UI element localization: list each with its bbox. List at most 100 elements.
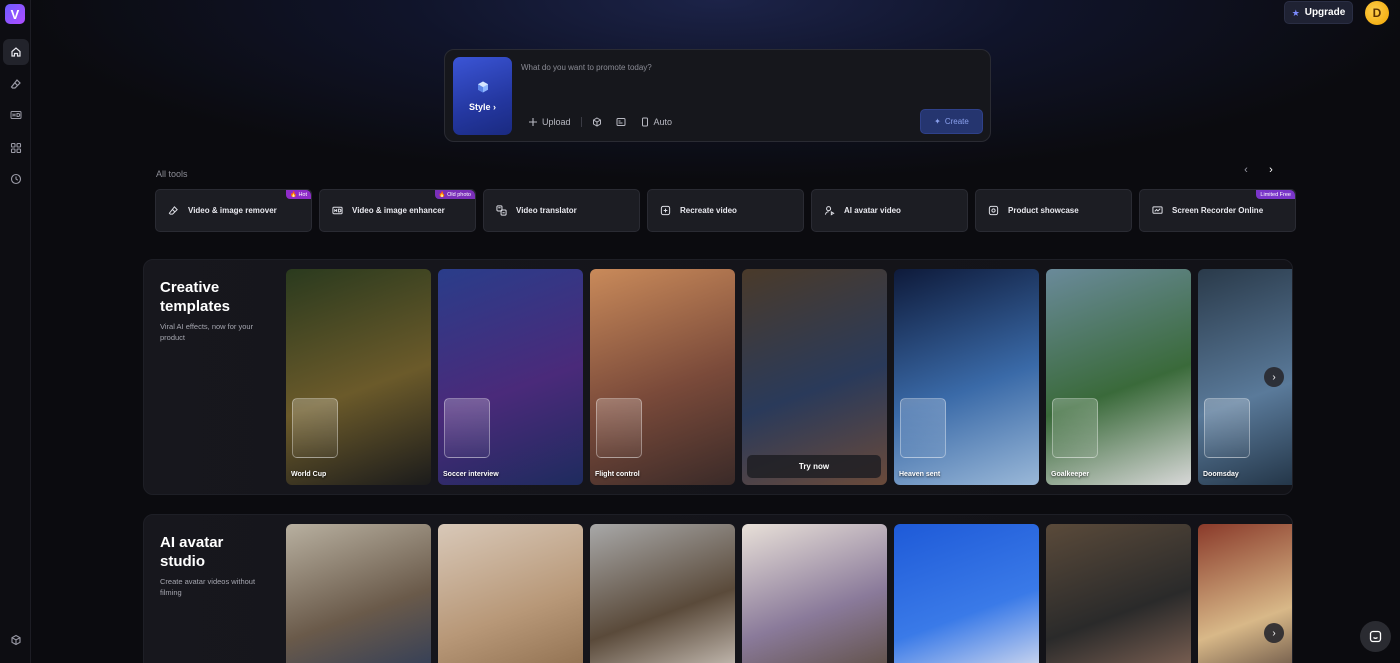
sidebar-item-apps[interactable]	[3, 135, 29, 161]
sidebar-item-history[interactable]	[3, 166, 29, 192]
creative-card[interactable]: Goalkeeper	[1046, 269, 1191, 485]
tool-card-screen-recorder-online[interactable]: Screen Recorder Online Limited Free	[1139, 189, 1296, 232]
avatar-card[interactable]	[590, 524, 735, 663]
image-ratio-button[interactable]	[616, 114, 626, 130]
clock-icon	[10, 173, 22, 185]
chat-support-button[interactable]	[1360, 621, 1391, 652]
eraser-icon	[10, 79, 21, 89]
sidebar-item-home[interactable]	[3, 39, 29, 65]
avatar-card[interactable]	[286, 524, 431, 663]
prompt-toolbar: Upload Auto	[528, 114, 672, 130]
auto-duration-button[interactable]: Auto	[640, 114, 673, 130]
avatar-card[interactable]	[438, 524, 583, 663]
tool-card-video-translator[interactable]: Video translator	[483, 189, 640, 232]
tool-card-video-image-enhancer[interactable]: Video & image enhancer 🔥 Old photo	[319, 189, 476, 232]
tools-row: Video & image remover 🔥 Hot Video & image …	[155, 189, 1296, 232]
creative-templates-title: Creative templates	[160, 279, 231, 315]
upload-label: Upload	[542, 117, 571, 127]
chevron-right-icon: ›	[1272, 371, 1276, 383]
tool-card-label: Video translator	[516, 206, 577, 215]
avatar-card[interactable]	[1046, 524, 1191, 663]
chevron-left-icon: ‹	[1244, 164, 1248, 176]
product-preview	[292, 398, 338, 458]
tool-badge: 🔥 Hot	[286, 190, 311, 199]
product-preview	[444, 398, 490, 458]
app-logo[interactable]: V	[5, 4, 25, 24]
screen-record-icon	[1152, 206, 1163, 214]
sparkle-icon: ✦	[934, 117, 941, 126]
tool-card-label: Video & image enhancer	[352, 206, 445, 215]
avatar-card[interactable]	[1198, 524, 1292, 663]
hd-icon	[332, 206, 343, 215]
user-avatar[interactable]: D	[1365, 1, 1389, 25]
style-label: Style ›	[468, 102, 496, 112]
tools-next-button[interactable]: ›	[1264, 163, 1278, 177]
tool-card-recreate-video[interactable]: Recreate video	[647, 189, 804, 232]
template-label: Doomsday	[1203, 471, 1239, 478]
chevron-right-icon: ›	[1272, 627, 1276, 639]
phone-icon	[641, 117, 648, 127]
template-label: Goalkeeper	[1051, 471, 1090, 478]
template-label: Soccer interview	[443, 471, 499, 478]
product-icon	[988, 205, 999, 216]
tool-badge: 🔥 Old photo	[434, 190, 475, 199]
sidebar-item-remover[interactable]	[3, 71, 29, 97]
chevron-right-icon: ›	[1269, 164, 1273, 176]
upgrade-button[interactable]: ★ Upgrade	[1284, 1, 1353, 24]
avatar-card[interactable]	[894, 524, 1039, 663]
product-preview	[900, 398, 946, 458]
creative-card[interactable]: World Cup	[286, 269, 431, 485]
style-cube-icon	[477, 81, 488, 93]
cube-outline-icon	[592, 117, 601, 127]
eraser-icon	[168, 206, 178, 215]
sparkle-icon: ★	[1291, 7, 1300, 18]
recreate-icon	[660, 205, 671, 216]
plus-icon	[529, 118, 537, 126]
tool-card-label: Recreate video	[680, 206, 737, 215]
all-tools-label: All tools	[156, 169, 188, 179]
logo-letter: V	[10, 6, 20, 22]
template-label: Heaven sent	[899, 471, 941, 478]
template-label: Flight control	[595, 471, 640, 478]
upgrade-label: Upgrade	[1304, 7, 1346, 18]
sidebar-item-enhancer[interactable]	[3, 102, 29, 128]
avatar-icon	[824, 206, 835, 216]
creative-scroll-right-button[interactable]: ›	[1264, 367, 1284, 387]
translate-icon	[496, 205, 507, 216]
creative-templates-subtitle: Viral AI effects, now for your product	[160, 322, 254, 342]
creative-card[interactable]: Flight control	[590, 269, 735, 485]
tools-prev-button[interactable]: ‹	[1239, 163, 1253, 177]
tool-badge: Limited Free	[1256, 190, 1295, 199]
tool-card-label: Screen Recorder Online	[1172, 206, 1264, 215]
ai-avatar-studio-title: AI avatar studio	[160, 534, 224, 570]
home-icon	[11, 47, 21, 57]
image-settings-icon	[616, 118, 626, 126]
sidebar-item-bottom[interactable]	[3, 627, 29, 653]
tool-card-product-showcase[interactable]: Product showcase	[975, 189, 1132, 232]
prompt-box: Style › Upload Auto ✦ Create	[444, 49, 991, 142]
tool-card-ai-avatar-video[interactable]: AI avatar video	[811, 189, 968, 232]
style-selector[interactable]: Style ›	[453, 57, 512, 135]
ai-avatar-studio-subtitle: Create avatar videos without filming	[160, 577, 256, 597]
apps-grid-icon	[10, 142, 22, 154]
upload-button[interactable]: Upload	[528, 114, 571, 130]
create-label: Create	[944, 117, 969, 126]
cube-icon	[11, 634, 21, 646]
auto-label: Auto	[653, 117, 673, 127]
template-label: World Cup	[291, 471, 327, 478]
product-preview	[1204, 398, 1250, 458]
toolbar-divider	[580, 117, 582, 127]
avatar-card[interactable]	[742, 524, 887, 663]
creative-card[interactable]: Try now	[742, 269, 887, 485]
prompt-input[interactable]	[521, 58, 961, 76]
tool-card-label: Product showcase	[1008, 206, 1079, 215]
avatar-scroll-right-button[interactable]: ›	[1264, 623, 1284, 643]
hd-icon	[10, 111, 22, 119]
creative-card[interactable]: Soccer interview	[438, 269, 583, 485]
create-button[interactable]: ✦ Create	[920, 109, 983, 134]
model-button[interactable]	[592, 114, 602, 130]
try-now-button[interactable]: Try now	[747, 455, 881, 478]
creative-card[interactable]: Heaven sent	[894, 269, 1039, 485]
tool-card-video-image-remover[interactable]: Video & image remover 🔥 Hot	[155, 189, 312, 232]
sidebar: V	[0, 0, 31, 663]
